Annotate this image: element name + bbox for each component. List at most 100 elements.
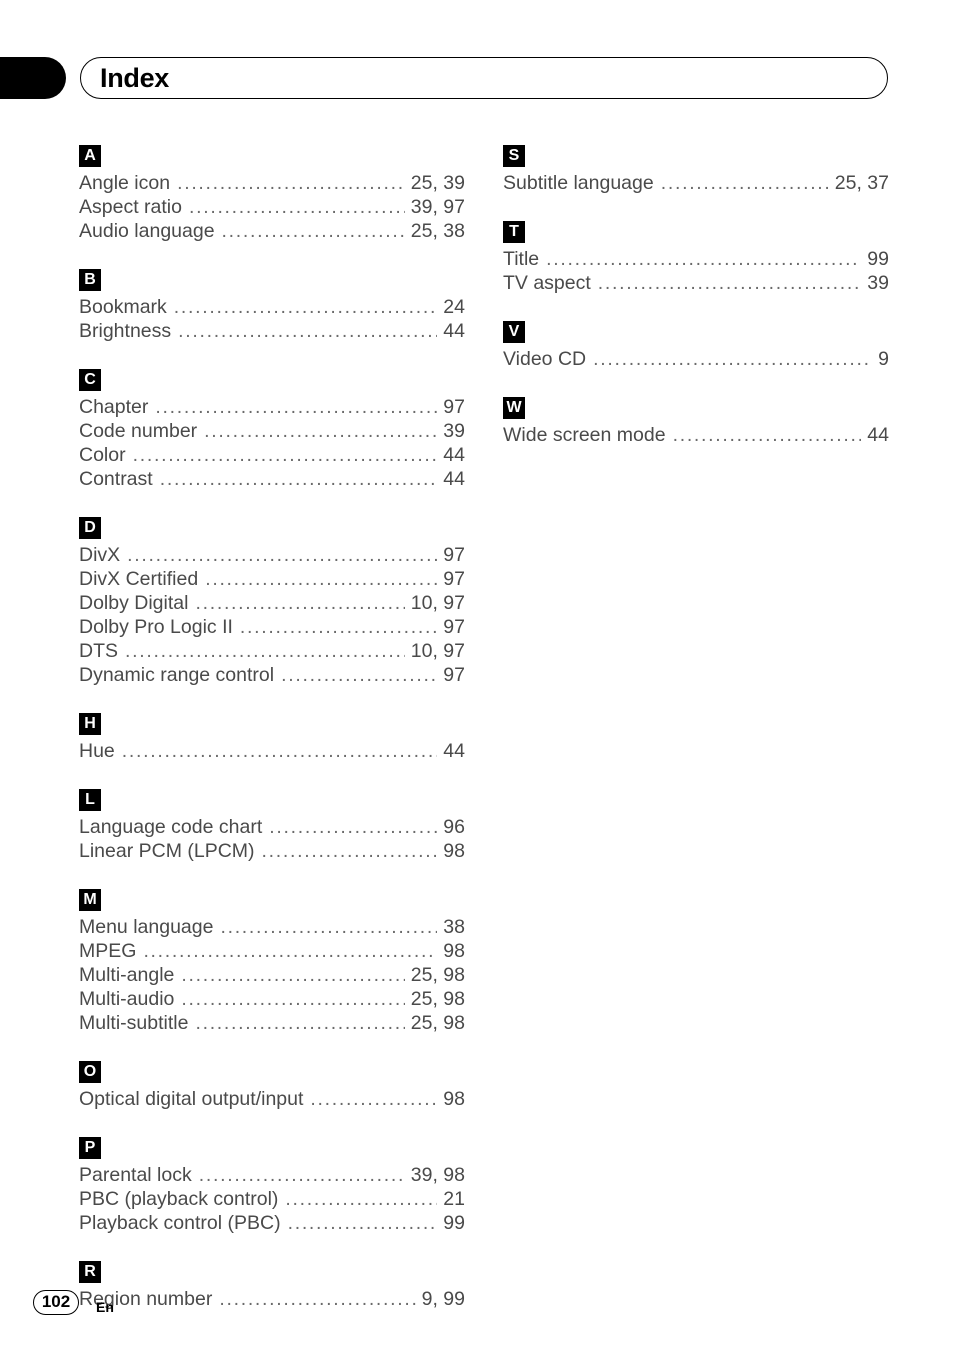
index-entry-pages: 97: [443, 396, 465, 418]
footer-page-number: 102: [33, 1290, 79, 1315]
index-entry-label: DivX: [79, 544, 121, 566]
letter-badge-w: W: [503, 397, 525, 419]
index-entry-pages: 97: [443, 616, 465, 638]
index-entry-dot-leader: [269, 817, 437, 837]
index-entry[interactable]: Parental lock 39, 98: [79, 1163, 465, 1187]
index-entry[interactable]: Dolby Pro Logic II 97: [79, 615, 465, 639]
index-entry[interactable]: Title 99: [503, 247, 889, 271]
index-entry[interactable]: Dynamic range control 97: [79, 663, 465, 687]
index-entry[interactable]: DTS 10, 97: [79, 639, 465, 663]
index-entry[interactable]: TV aspect 39: [503, 271, 889, 295]
index-entry-dot-leader: [181, 965, 404, 985]
index-entry-dot-leader: [195, 1013, 404, 1033]
index-entry-label: Multi-subtitle: [79, 1012, 189, 1034]
index-entry-label: Wide screen mode: [503, 424, 666, 446]
header-black-tab: [0, 57, 66, 99]
index-entry[interactable]: DivX 97: [79, 543, 465, 567]
letter-badge-t: T: [503, 221, 525, 243]
index-entry-pages: 44: [443, 740, 465, 762]
letter-badge-a: A: [79, 145, 101, 167]
index-entry-label: Brightness: [79, 320, 172, 342]
index-entry-pages: 44: [443, 468, 465, 490]
index-entry-dot-leader: [155, 397, 437, 417]
index-entry[interactable]: Dolby Digital 10, 97: [79, 591, 465, 615]
index-entry[interactable]: Aspect ratio 39, 97: [79, 195, 465, 219]
index-entry-dot-leader: [205, 569, 437, 589]
letter-badge-m: M: [79, 889, 101, 911]
index-entry-pages: 39, 97: [410, 196, 465, 218]
index-entry-dot-leader: [310, 1089, 437, 1109]
index-entry-label: Dynamic range control: [79, 664, 275, 686]
index-entry-label: Audio language: [79, 220, 215, 242]
index-entry-dot-leader: [160, 469, 438, 489]
index-entry-label: DTS: [79, 640, 118, 662]
index-entry-dot-leader: [593, 349, 872, 369]
index-entry-label: Color: [79, 444, 126, 466]
index-entry[interactable]: Video CD 9: [503, 347, 889, 371]
letter-badge-o: O: [79, 1061, 101, 1083]
index-entry-dot-leader: [143, 941, 437, 961]
index-entry[interactable]: Brightness 44: [79, 319, 465, 343]
index-entry[interactable]: Code number 39: [79, 419, 465, 443]
index-entry-label: Linear PCM (LPCM): [79, 840, 255, 862]
index-entry[interactable]: Multi-subtitle 25, 98: [79, 1011, 465, 1035]
index-entry-pages: 39: [443, 420, 465, 442]
index-entry-label: Contrast: [79, 468, 153, 490]
index-entry-dot-leader: [598, 273, 862, 293]
index-section-l: L Language code chart 96 Linear PCM (LPCM) 9…: [79, 789, 465, 863]
index-entry[interactable]: Contrast 44: [79, 467, 465, 491]
index-entry[interactable]: Color 44: [79, 443, 465, 467]
index-entry-dot-leader: [133, 445, 438, 465]
index-entry[interactable]: Language code chart 96: [79, 815, 465, 839]
index-entry-pages: 98: [443, 1088, 465, 1110]
index-entry-dot-leader: [199, 1165, 405, 1185]
index-entry-dot-leader: [178, 321, 437, 341]
letter-badge-d: D: [79, 517, 101, 539]
index-entry-dot-leader: [122, 741, 438, 761]
index-section-b: B Bookmark 24 Brightness 44: [79, 269, 465, 343]
index-entry-pages: 25, 37: [834, 172, 889, 194]
index-section-s: S Subtitle language 25, 37: [503, 145, 889, 195]
index-column-left: A Angle icon25, 39Aspect ratio39, 97Audio…: [79, 145, 465, 1311]
letter-badge-h: H: [79, 713, 101, 735]
index-entry[interactable]: MPEG 98: [79, 939, 465, 963]
letter-badge-r: R: [79, 1261, 101, 1283]
footer-language-code: En: [96, 1299, 114, 1315]
letter-badge-v: V: [503, 321, 525, 343]
index-entry[interactable]: Optical digital output/input 98: [79, 1087, 465, 1111]
index-entry-pages: 97: [443, 544, 465, 566]
index-section-t: T Title 99 TV aspect 39: [503, 221, 889, 295]
index-entry-label: Hue: [79, 740, 115, 762]
index-entry[interactable]: Wide screen mode 44: [503, 423, 889, 447]
index-entry[interactable]: PBC (playback control) 21: [79, 1187, 465, 1211]
index-entry[interactable]: Audio language 25, 38: [79, 219, 465, 243]
index-entry-dot-leader: [546, 249, 861, 269]
index-entry[interactable]: DivX Certified 97: [79, 567, 465, 591]
index-entry-label: Subtitle language: [503, 172, 654, 194]
index-entry[interactable]: Subtitle language 25, 37: [503, 171, 889, 195]
index-entry-pages: 21: [443, 1188, 465, 1210]
index-entry[interactable]: Chapter 97: [79, 395, 465, 419]
index-entry-label: Code number: [79, 420, 198, 442]
index-entry-dot-leader: [174, 297, 438, 317]
index-entry-pages: 25, 98: [410, 988, 465, 1010]
index-entry-pages: 97: [443, 664, 465, 686]
index-entry-label: Language code chart: [79, 816, 263, 838]
page-title: Index: [100, 63, 170, 93]
index-entry[interactable]: Playback control (PBC) 99: [79, 1211, 465, 1235]
index-entry[interactable]: Menu language 38: [79, 915, 465, 939]
index-section-d: D DivX 97 DivX Certified 97 Dolby Digital 10, …: [79, 517, 465, 687]
index-entry[interactable]: Bookmark 24: [79, 295, 465, 319]
index-entry[interactable]: Multi-audio 25, 98: [79, 987, 465, 1011]
index-entry-label: Video CD: [503, 348, 587, 370]
index-entry-pages: 44: [443, 320, 465, 342]
index-entry-label: TV aspect: [503, 272, 591, 294]
index-entry[interactable]: Angle icon 25, 39: [79, 171, 465, 195]
index-entry[interactable]: Hue 44: [79, 739, 465, 763]
index-section-a: A Angle icon25, 39Aspect ratio39, 97Audio…: [79, 145, 465, 243]
index-entry[interactable]: Linear PCM (LPCM) 98: [79, 839, 465, 863]
index-entry[interactable]: Multi-angle 25, 98: [79, 963, 465, 987]
index-entry-label: DivX Certified: [79, 568, 199, 590]
index-entry-label: Multi-angle: [79, 964, 175, 986]
index-entry-pages: 44: [443, 444, 465, 466]
